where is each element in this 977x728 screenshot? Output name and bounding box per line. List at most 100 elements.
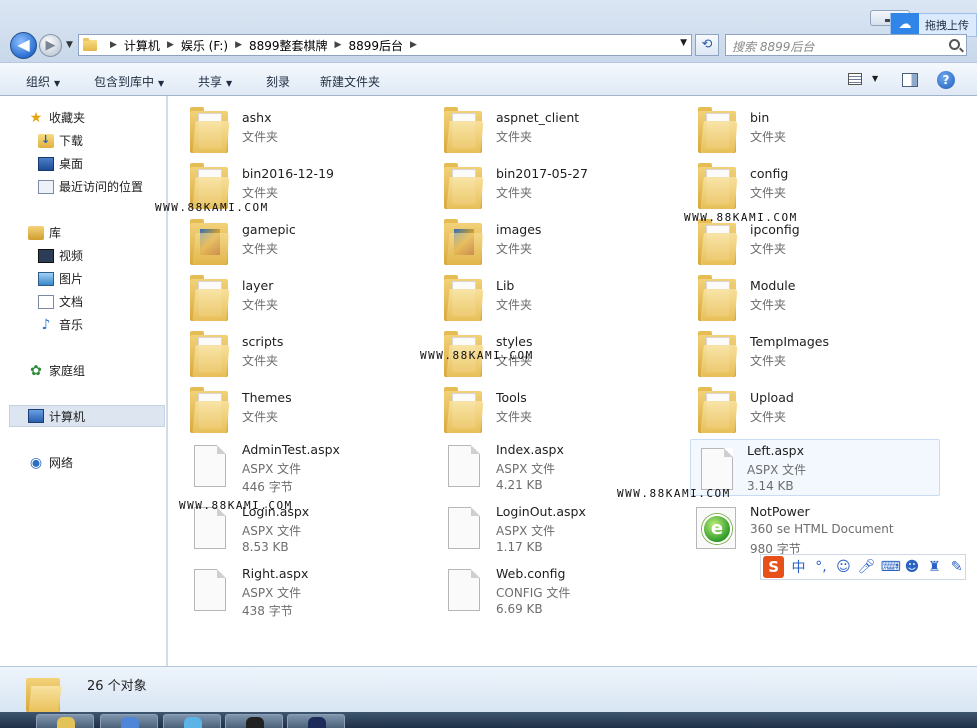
item-type: 360 se HTML Document <box>750 522 894 536</box>
ime-chinese-mode[interactable]: 中 <box>790 557 806 577</box>
sogou-logo-icon[interactable]: S <box>763 556 785 578</box>
view-options-icon[interactable] <box>848 73 862 85</box>
organize-button[interactable]: 组织 ▼ <box>26 73 60 90</box>
item-name: Tools <box>496 390 527 405</box>
taskbar-button-browser[interactable] <box>100 714 158 728</box>
breadcrumb-separator-icon[interactable]: ▶ <box>410 40 417 50</box>
new-folder-button[interactable]: 新建文件夹 <box>320 73 380 90</box>
sidebar-item-documents[interactable]: 文档 <box>38 293 83 310</box>
breadcrumb-separator-icon[interactable]: ▶ <box>335 40 342 50</box>
list-item[interactable]: e NotPower 360 se HTML Document 980 字节 <box>680 499 930 559</box>
folder-icon <box>444 275 484 321</box>
list-item[interactable]: Upload 文件夹 <box>680 381 930 437</box>
search-placeholder: 搜索 8899后台 <box>732 40 815 54</box>
watermark-text: WWW.88KAMI.COM <box>420 349 534 362</box>
forward-button[interactable]: ▶ <box>39 34 62 57</box>
burn-button[interactable]: 刻录 <box>266 73 290 90</box>
chevron-down-icon[interactable]: ▼ <box>680 38 687 48</box>
folder-icon <box>698 107 738 153</box>
breadcrumb-separator-icon[interactable]: ▶ <box>235 40 242 50</box>
item-type: 文件夹 <box>750 242 787 256</box>
sidebar-item-favorites[interactable]: ★ 收藏夹 <box>28 109 85 126</box>
breadcrumb-drive[interactable]: 娱乐 (F:) <box>181 37 228 54</box>
keyboard-icon[interactable]: ⌨ <box>881 559 901 575</box>
list-item[interactable]: ashx 文件夹 <box>172 101 422 157</box>
item-name: LoginOut.aspx <box>496 504 586 519</box>
item-name: Right.aspx <box>242 566 309 581</box>
item-name: config <box>750 166 789 181</box>
preview-pane-icon[interactable] <box>902 73 918 87</box>
sidebar-item-videos[interactable]: 视频 <box>38 247 83 264</box>
sidebar-item-label: 收藏夹 <box>49 111 86 125</box>
list-item[interactable]: Lib 文件夹 <box>426 269 676 325</box>
sidebar-item-computer[interactable]: 计算机 <box>9 405 165 427</box>
breadcrumb-folder[interactable]: 8899整套棋牌 <box>249 37 328 54</box>
picture-folder-icon <box>444 219 484 265</box>
taskbar-button-terminal[interactable] <box>287 714 345 728</box>
list-item[interactable]: bin 文件夹 <box>680 101 930 157</box>
help-icon[interactable]: ? <box>937 71 955 89</box>
breadcrumb-separator-icon[interactable]: ▶ <box>110 40 117 50</box>
address-bar[interactable]: ▶ 计算机 ▶ 娱乐 (F:) ▶ 8899整套棋牌 ▶ 8899后台 ▶ ▼ <box>78 34 692 56</box>
sidebar-item-desktop[interactable]: 桌面 <box>38 155 83 172</box>
list-item[interactable]: bin2017-05-27 文件夹 <box>426 157 676 213</box>
item-name: bin2016-12-19 <box>242 166 334 181</box>
list-item[interactable]: Tools 文件夹 <box>426 381 676 437</box>
breadcrumb-current[interactable]: 8899后台 <box>348 37 403 54</box>
user-icon[interactable]: ☻ <box>904 559 920 575</box>
item-type: 文件夹 <box>496 410 533 424</box>
list-item[interactable]: scripts 文件夹 <box>172 325 422 381</box>
item-type: 文件夹 <box>750 298 787 312</box>
sidebar-item-music[interactable]: ♪ 音乐 <box>38 316 83 333</box>
taskbar-button-explorer[interactable] <box>36 714 94 728</box>
list-item[interactable]: gamepic 文件夹 <box>172 213 422 269</box>
sidebar-item-recent-places[interactable]: 最近访问的位置 <box>38 178 143 195</box>
list-item[interactable]: Module 文件夹 <box>680 269 930 325</box>
refresh-button[interactable]: ⟲ <box>695 34 719 56</box>
list-item[interactable]: config 文件夹 <box>680 157 930 213</box>
skin-shirt-icon[interactable]: ♜ <box>926 559 942 575</box>
sidebar-item-pictures[interactable]: 图片 <box>38 270 83 287</box>
item-count: 26 个对象 <box>87 679 147 694</box>
wrench-icon[interactable]: ✎ <box>949 559 965 575</box>
list-item[interactable]: images 文件夹 <box>426 213 676 269</box>
item-type: 文件夹 <box>242 354 279 368</box>
back-button[interactable]: ◀ <box>10 32 37 59</box>
taskbar-button-qq[interactable] <box>225 714 283 728</box>
list-item[interactable]: aspnet_client 文件夹 <box>426 101 676 157</box>
item-name: styles <box>496 334 533 349</box>
include-in-library-button[interactable]: 包含到库中 ▼ <box>94 73 164 90</box>
list-item[interactable]: layer 文件夹 <box>172 269 422 325</box>
list-item[interactable]: LoginOut.aspx ASPX 文件 1.17 KB <box>426 499 676 559</box>
folder-icon <box>57 717 75 728</box>
list-item[interactable]: Themes 文件夹 <box>172 381 422 437</box>
search-input[interactable]: 搜索 8899后台 <box>725 34 967 56</box>
breadcrumb-computer[interactable]: 计算机 <box>124 37 160 54</box>
share-button[interactable]: 共享 ▼ <box>198 73 232 90</box>
taskbar-button-app[interactable] <box>163 714 221 728</box>
breadcrumb-separator-icon[interactable]: ▶ <box>167 40 174 50</box>
list-item[interactable]: Web.config CONFIG 文件 6.69 KB <box>426 561 676 621</box>
punctuation-icon[interactable]: °, <box>813 559 829 575</box>
sidebar-item-downloads[interactable]: 下载 <box>38 132 83 149</box>
item-type: 文件夹 <box>750 186 787 200</box>
item-size: 4.21 KB <box>496 478 543 492</box>
folder-icon <box>190 275 230 321</box>
microphone-icon[interactable]: 🎤︎ <box>858 559 876 575</box>
sidebar-item-network[interactable]: ◉ 网络 <box>28 454 73 471</box>
list-item[interactable]: TempImages 文件夹 <box>680 325 930 381</box>
chevron-down-icon[interactable]: ▼ <box>872 74 878 83</box>
emoji-icon[interactable]: ☺ <box>835 559 851 575</box>
sidebar-item-libraries[interactable]: 库 <box>28 224 61 241</box>
chevron-down-icon: ▼ <box>54 79 61 88</box>
list-item[interactable]: Right.aspx ASPX 文件 438 字节 <box>172 561 422 621</box>
item-type: 文件夹 <box>496 242 533 256</box>
input-method-toolbar[interactable]: S 中 °, ☺ 🎤︎ ⌨ ☻ ♜ ✎ <box>760 554 966 580</box>
recent-pages-dropdown-icon[interactable]: ▼ <box>66 40 73 50</box>
network-icon: ◉ <box>29 454 43 471</box>
item-type: 文件夹 <box>242 130 279 144</box>
item-name: ipconfig <box>750 222 800 237</box>
item-name: scripts <box>242 334 284 349</box>
sidebar-item-homegroup[interactable]: ✿ 家庭组 <box>28 362 85 379</box>
list-item[interactable]: AdminTest.aspx ASPX 文件 446 字节 <box>172 437 422 497</box>
